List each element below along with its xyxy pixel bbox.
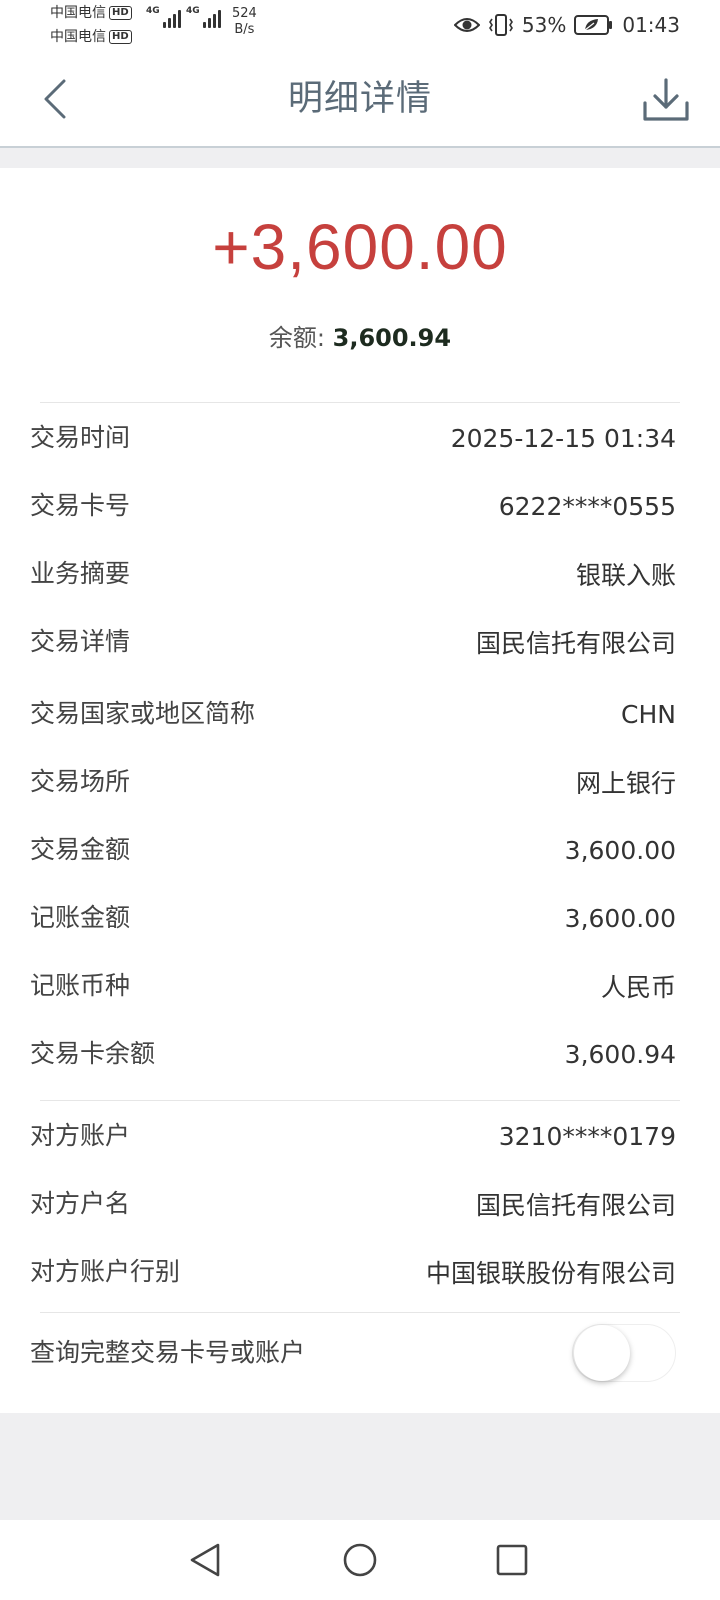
system-recents-button[interactable] [490,1538,534,1582]
detail-label: 交易场所 [30,767,131,796]
divider [40,1312,680,1313]
detail-row-time: 交易时间 2025-12-15 01:34 [30,420,676,456]
detail-row-amount: 交易金额 3,600.00 [30,832,676,868]
detail-label: 记账币种 [30,971,131,1000]
detail-label: 对方户名 [30,1189,131,1218]
system-home-button[interactable] [338,1538,382,1582]
carrier-2-name: 中国电信 [50,29,106,45]
detail-label: 业务摘要 [30,559,131,588]
signal-icon: 4G [146,6,181,28]
detail-row-posted-amount: 记账金额 3,600.00 [30,900,676,936]
battery-saver-icon [574,14,614,36]
signal-icon-2: 4G [186,6,221,28]
page-title: 明细详情 [287,79,432,119]
detail-row-country: 交易国家或地区简称 CHN [30,678,676,750]
status-bar: 中国电信 HD 中国电信 HD 4G 4G 524 B/s 53% 01:43 [0,0,720,52]
balance-label: 余额: [268,324,325,352]
detail-value: CHN [621,699,676,729]
detail-value: 网上银行 [575,769,676,798]
detail-row-summary: 业务摘要 银联入账 [30,556,676,592]
detail-value: 国民信托有限公司 [475,629,676,658]
speed-unit: B/s [234,22,255,37]
clock: 01:43 [622,13,680,37]
detail-row-currency: 记账币种 人民币 [30,968,676,1004]
download-icon [643,78,689,121]
transaction-detail-card: +3,600.00 余额: 3,600.94 交易时间 2025-12-15 0… [0,168,720,1413]
detail-label: 记账金额 [30,903,131,932]
detail-label: 交易国家或地区简称 [30,699,256,728]
full-number-toggle[interactable] [572,1324,676,1382]
detail-row-venue: 交易场所 网上银行 [30,764,676,800]
eye-icon [453,16,480,34]
carrier-1-name: 中国电信 [50,5,106,21]
detail-value: 3,600.94 [564,1039,676,1069]
hd-badge-2: HD [109,30,132,44]
detail-value: 3,600.00 [564,903,676,933]
detail-label: 交易金额 [30,835,131,864]
detail-value: 中国银联股份有限公司 [425,1259,676,1288]
detail-value: 3210****0179 [498,1121,676,1151]
detail-label: 对方账户 [30,1121,131,1150]
hd-badge: HD [109,6,132,20]
detail-label: 交易卡余额 [30,1039,156,1068]
detail-label: 交易卡号 [30,491,131,520]
carrier-2: 中国电信 HD [50,29,132,45]
network-speed: 524 B/s [232,6,257,38]
balance-value: 3,600.94 [332,324,452,352]
nav-bar: 明细详情 [0,52,720,148]
counterparty-row-bank: 对方账户行别 中国银联股份有限公司 [30,1254,676,1290]
detail-value: 银联入账 [575,561,676,590]
speed-value: 524 [232,6,257,21]
vibrate-icon [488,14,514,36]
full-number-toggle-label: 查询完整交易卡号或账户 [30,1338,306,1367]
balance-line: 余额: 3,600.94 [0,318,720,353]
detail-value: 人民币 [600,973,676,1002]
detail-row-detail: 交易详情 国民信托有限公司 [30,624,676,660]
counterparty-row-name: 对方户名 国民信托有限公司 [30,1186,676,1222]
detail-label: 交易详情 [30,627,131,656]
toggle-knob [574,1325,630,1381]
network-type-label: 4G [146,6,160,16]
carrier-1: 中国电信 HD [50,5,132,21]
network-type-label-2: 4G [186,6,200,16]
counterparty-row-account: 对方账户 3210****0179 [30,1118,676,1154]
detail-row-card-number: 交易卡号 6222****0555 [30,488,676,524]
download-button[interactable] [638,72,694,128]
status-right: 53% 01:43 [453,12,680,38]
transaction-amount: +3,600.00 [212,211,508,283]
recents-square-icon [496,1544,528,1576]
home-circle-icon [343,1543,377,1577]
back-triangle-icon [190,1543,220,1577]
divider [40,1100,680,1101]
detail-value: 6222****0555 [498,491,676,521]
detail-value: 2025-12-15 01:34 [450,423,676,453]
detail-value: 3,600.00 [564,835,676,865]
detail-label: 交易时间 [30,423,131,452]
divider [40,402,680,403]
detail-label: 对方账户行别 [30,1257,181,1286]
system-back-button[interactable] [183,1538,227,1582]
battery-percent: 53% [521,13,567,37]
detail-value: 国民信托有限公司 [475,1191,676,1220]
system-nav-bar [0,1520,720,1600]
detail-row-card-balance: 交易卡余额 3,600.94 [30,1036,676,1072]
